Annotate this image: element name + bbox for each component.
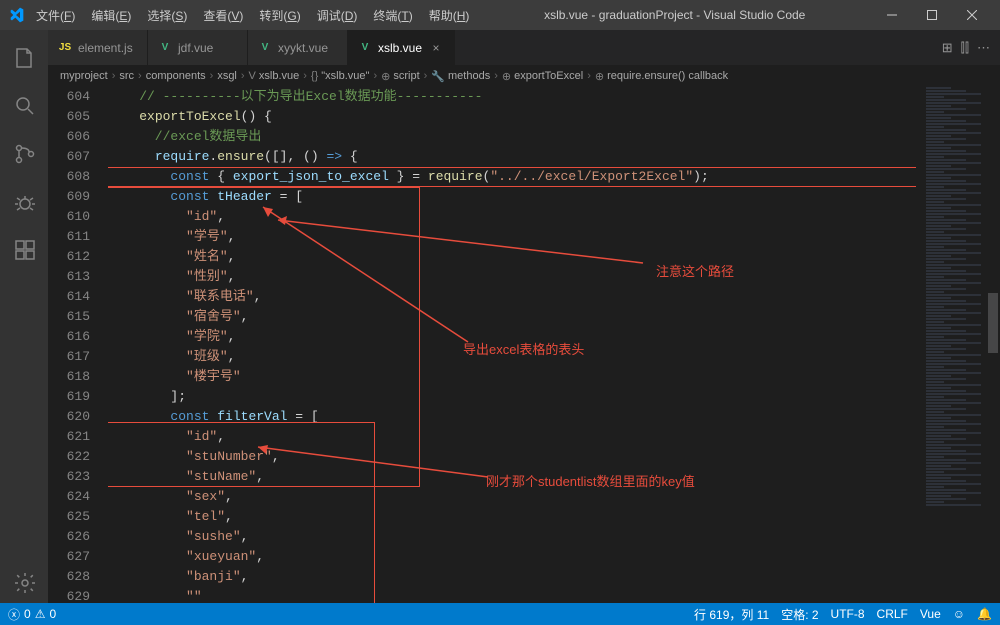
code-line[interactable]: "sex", (108, 487, 916, 507)
code-line[interactable]: "学院", (108, 327, 916, 347)
close-icon[interactable]: × (428, 40, 444, 56)
tab-label: jdf.vue (178, 41, 213, 55)
menu-e[interactable]: 编辑(E) (83, 3, 139, 28)
tab-jdf-vue[interactable]: Vjdf.vue (148, 30, 248, 65)
breadcrumb-item[interactable]: ⊕exportToExcel (502, 70, 583, 83)
file-icon: V (258, 41, 272, 55)
menu-d[interactable]: 调试(D) (309, 3, 366, 28)
minimize-button[interactable] (872, 1, 912, 29)
breadcrumb-item[interactable]: 🔧methods (431, 70, 490, 83)
activity-bar (0, 30, 48, 603)
vertical-scrollbar[interactable] (986, 87, 1000, 603)
compare-changes-icon[interactable]: ⊞ (942, 40, 953, 56)
menu-v[interactable]: 查看(V) (195, 3, 251, 28)
code-line[interactable]: "班级", (108, 347, 916, 367)
breadcrumb-item[interactable]: xsgl (217, 70, 237, 82)
line-number-gutter: 6046056066076086096106116126136146156166… (48, 87, 108, 603)
search-icon[interactable] (0, 86, 48, 126)
vscode-logo-icon (8, 7, 24, 23)
code-line[interactable]: "tel", (108, 507, 916, 527)
code-line[interactable]: exportToExcel() { (108, 107, 916, 127)
status-encoding[interactable]: UTF-8 (831, 607, 865, 621)
tab-xyykt-vue[interactable]: Vxyykt.vue (248, 30, 348, 65)
more-actions-icon[interactable]: ⋯ (977, 40, 990, 56)
tab-xslb-vue[interactable]: Vxslb.vue × (348, 30, 455, 65)
file-icon: V (358, 41, 372, 55)
breadcrumb-item[interactable]: {}"xslb.vue" (311, 70, 370, 82)
maximize-button[interactable] (912, 1, 952, 29)
file-icon: JS (58, 41, 72, 55)
code-line[interactable]: // ----------以下为导出Excel数据功能----------- (108, 87, 916, 107)
settings-icon[interactable] (0, 563, 48, 603)
code-line[interactable]: const filterVal = [ (108, 407, 916, 427)
code-line[interactable]: "stuName", (108, 467, 916, 487)
tab-element-js[interactable]: JS element.js (48, 30, 148, 65)
status-feedback-icon[interactable]: ☺ (953, 607, 965, 621)
code-line[interactable]: const { export_json_to_excel } = require… (108, 167, 916, 187)
status-ln-col[interactable]: 行 619，列 11 (694, 606, 769, 623)
file-icon: V (158, 41, 172, 55)
close-button[interactable] (952, 1, 992, 29)
breadcrumb-item[interactable]: ⊕require.ensure() callback (595, 70, 728, 83)
code-line[interactable]: "sushe", (108, 527, 916, 547)
tab-label: xslb.vue (378, 41, 422, 55)
breadcrumb-item[interactable]: components (146, 70, 206, 82)
status-eol[interactable]: CRLF (877, 607, 908, 621)
explorer-icon[interactable] (0, 38, 48, 78)
status-spaces[interactable]: 空格: 2 (781, 606, 818, 623)
breadcrumb[interactable]: myproject›src›components›xsgl›Vxslb.vue›… (48, 65, 1000, 87)
extensions-icon[interactable] (0, 230, 48, 270)
split-editor-icon[interactable]: ⫿⫿ (961, 40, 969, 56)
menu-h[interactable]: 帮助(H) (421, 3, 478, 28)
debug-icon[interactable] (0, 182, 48, 222)
app-menu: 文件(F)编辑(E)选择(S)查看(V)转到(G)调试(D)终端(T)帮助(H) (28, 3, 477, 28)
warning-icon: ⚠ (35, 607, 46, 621)
status-lang[interactable]: Vue (920, 607, 941, 621)
code-line[interactable]: const tHeader = [ (108, 187, 916, 207)
code-line[interactable]: require.ensure([], () => { (108, 147, 916, 167)
menu-s[interactable]: 选择(S) (139, 3, 195, 28)
status-errors[interactable]: ⓧ0 ⚠0 (8, 606, 56, 623)
status-bar: ⓧ0 ⚠0 行 619，列 11 空格: 2 UTF-8 CRLF Vue ☺ … (0, 603, 1000, 625)
code-line[interactable]: "宿舍号", (108, 307, 916, 327)
code-line[interactable]: "id", (108, 427, 916, 447)
code-line[interactable]: "姓名", (108, 247, 916, 267)
menu-g[interactable]: 转到(G) (251, 3, 308, 28)
code-line[interactable]: "" (108, 587, 916, 603)
tab-label: xyykt.vue (278, 41, 328, 55)
code-editor[interactable]: 6046056066076086096106116126136146156166… (48, 87, 1000, 603)
code-line[interactable]: "联系电话", (108, 287, 916, 307)
breadcrumb-item[interactable]: myproject (60, 70, 108, 82)
breadcrumb-item[interactable]: Vxslb.vue (249, 70, 300, 82)
menu-f[interactable]: 文件(F) (28, 3, 83, 28)
menu-t[interactable]: 终端(T) (365, 3, 420, 28)
source-control-icon[interactable] (0, 134, 48, 174)
window-controls (872, 1, 992, 29)
titlebar: 文件(F)编辑(E)选择(S)查看(V)转到(G)调试(D)终端(T)帮助(H)… (0, 0, 1000, 30)
code-line[interactable]: "stuNumber", (108, 447, 916, 467)
code-line[interactable]: "性别", (108, 267, 916, 287)
code-line[interactable]: "banji", (108, 567, 916, 587)
breadcrumb-item[interactable]: src (119, 70, 134, 82)
code-line[interactable]: "学号", (108, 227, 916, 247)
minimap[interactable] (916, 87, 986, 603)
editor-content[interactable]: 注意这个路径 导出excel表格的表头 刚才那个studentlist数组里面的… (108, 87, 916, 603)
status-bell-icon[interactable]: 🔔 (977, 607, 992, 621)
code-line[interactable]: ]; (108, 387, 916, 407)
editor-tabs: JSelement.jsVjdf.vueVxyykt.vueVxslb.vue×… (48, 30, 1000, 65)
code-line[interactable]: "楼宇号" (108, 367, 916, 387)
code-line[interactable]: "xueyuan", (108, 547, 916, 567)
tab-label: element.js (78, 41, 133, 55)
breadcrumb-item[interactable]: ⊕script (381, 70, 420, 83)
error-icon: ⓧ (8, 606, 20, 623)
code-line[interactable]: //excel数据导出 (108, 127, 916, 147)
window-title: xslb.vue - graduationProject - Visual St… (481, 8, 868, 22)
code-line[interactable]: "id", (108, 207, 916, 227)
